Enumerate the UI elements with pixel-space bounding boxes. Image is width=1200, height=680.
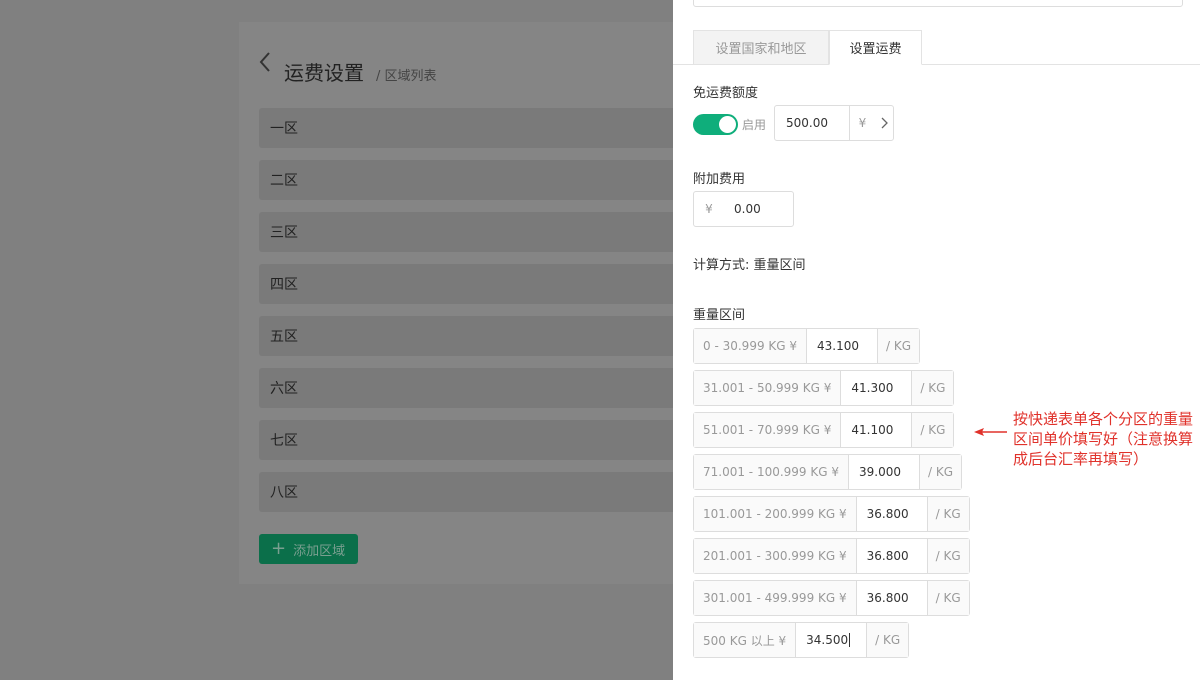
price-value: 41.300 xyxy=(851,381,894,395)
price-per-kg-input[interactable]: 36.800 xyxy=(856,581,927,615)
tab-set-shipping[interactable]: 设置运费 xyxy=(829,30,922,65)
weight-range-label: 31.001 - 50.999 KG ¥ xyxy=(694,371,842,405)
weight-range-row: 0 - 30.999 KG ¥ 43.100 / KG xyxy=(693,328,921,364)
price-value: 39.000 xyxy=(859,465,902,479)
weight-ranges-label: 重量区间 xyxy=(693,308,746,323)
price-value: 43.100 xyxy=(817,339,860,353)
zone-row[interactable]: 八区 xyxy=(259,472,689,512)
weight-range-label: 101.001 - 200.999 KG ¥ xyxy=(694,497,857,531)
zone-row[interactable]: 三区 xyxy=(259,212,689,252)
extra-fee-input[interactable]: ¥ 0.00 xyxy=(693,191,794,227)
extra-fee-value[interactable]: 0.00 xyxy=(724,202,761,216)
free-shipping-toggle[interactable] xyxy=(693,114,738,135)
unit-addon: / KG xyxy=(866,623,909,657)
price-value: 36.800 xyxy=(866,549,909,563)
text-cursor xyxy=(849,633,851,647)
price-value: 34.500 xyxy=(806,633,849,647)
unit-addon: / KG xyxy=(919,455,962,489)
weight-range-row: 101.001 - 200.999 KG ¥ 36.800 / KG xyxy=(693,496,970,532)
zone-row[interactable]: 六区 xyxy=(259,368,689,408)
price-per-kg-input[interactable]: 36.800 xyxy=(856,539,927,573)
price-value: 36.800 xyxy=(866,507,909,521)
arrow-left-icon xyxy=(974,428,1007,436)
weight-range-label: 51.001 - 70.999 KG ¥ xyxy=(694,413,842,447)
weight-range-label: 201.001 - 300.999 KG ¥ xyxy=(694,539,857,573)
zone-row[interactable]: 一区 xyxy=(259,108,689,148)
price-per-kg-input[interactable]: 36.800 xyxy=(856,497,927,531)
weight-range-label: 0 - 30.999 KG ¥ xyxy=(694,329,808,363)
free-shipping-value[interactable]: 500.00 xyxy=(775,116,849,130)
calc-method-text: 计算方式: 重量区间 xyxy=(693,258,806,273)
unit-addon: / KG xyxy=(926,539,969,573)
currency-addon: ¥ xyxy=(705,202,713,216)
tab-set-regions[interactable]: 设置国家和地区 xyxy=(693,30,829,65)
unit-addon: / KG xyxy=(911,413,954,447)
add-zone-label: 添加区域 xyxy=(293,543,346,559)
add-zone-button[interactable]: + 添加区域 xyxy=(259,534,358,564)
weight-range-label: 71.001 - 100.999 KG ¥ xyxy=(694,455,850,489)
weight-range-row: 201.001 - 300.999 KG ¥ 36.800 / KG xyxy=(693,538,970,574)
weight-range-row: 31.001 - 50.999 KG ¥ 41.300 / KG xyxy=(693,370,955,406)
price-value: 36.800 xyxy=(866,591,909,605)
zone-row[interactable]: 五区 xyxy=(259,316,689,356)
plus-icon: + xyxy=(271,538,287,559)
chevron-left-icon[interactable] xyxy=(258,50,278,80)
free-shipping-amount-input[interactable]: 500.00 ¥ xyxy=(774,105,894,141)
weight-range-label: 301.001 - 499.999 KG ¥ xyxy=(694,581,857,615)
unit-addon: / KG xyxy=(926,497,969,531)
currency-addon: ¥ xyxy=(849,106,875,140)
toggle-knob xyxy=(719,116,736,133)
weight-range-row: 71.001 - 100.999 KG ¥ 39.000 / KG xyxy=(693,454,963,490)
price-per-kg-input[interactable]: 41.100 xyxy=(841,413,912,447)
unit-addon: / KG xyxy=(911,371,954,405)
zone-row[interactable]: 二区 xyxy=(259,160,689,200)
shipping-drawer: 设置国家和地区 设置运费 免运费额度 启用 500.00 ¥ 附加费用 ¥ 0.… xyxy=(673,0,1200,680)
page-header: 运费设置 / 区域列表 xyxy=(258,50,437,86)
price-value: 41.100 xyxy=(851,423,894,437)
zone-row[interactable]: 七区 xyxy=(259,420,689,460)
price-per-kg-input[interactable]: 34.500 xyxy=(796,623,867,657)
zone-row[interactable]: 四区 xyxy=(259,264,689,304)
top-input-field[interactable] xyxy=(693,0,1183,7)
chevron-right-icon[interactable] xyxy=(875,117,893,129)
unit-addon: / KG xyxy=(926,581,969,615)
breadcrumb: / 区域列表 xyxy=(376,69,437,84)
zone-list: 一区二区三区四区五区六区七区八区 xyxy=(259,108,689,524)
weight-range-row: 51.001 - 70.999 KG ¥ 41.100 / KG xyxy=(693,412,955,448)
page-title: 运费设置 xyxy=(284,61,364,85)
price-per-kg-input[interactable]: 39.000 xyxy=(849,455,920,489)
annotation-note: 按快递表单各个分区的重量区间单价填写好（注意换算成后台汇率再填写） xyxy=(1013,410,1194,468)
unit-addon: / KG xyxy=(877,329,920,363)
tab-bar: 设置国家和地区 设置运费 xyxy=(673,30,1200,65)
weight-range-row: 500 KG 以上 ¥ 34.500 / KG xyxy=(693,622,910,658)
toggle-label: 启用 xyxy=(742,118,767,132)
free-shipping-label: 免运费额度 xyxy=(693,86,759,101)
weight-range-row: 301.001 - 499.999 KG ¥ 36.800 / KG xyxy=(693,580,970,616)
price-per-kg-input[interactable]: 43.100 xyxy=(807,329,878,363)
price-per-kg-input[interactable]: 41.300 xyxy=(841,371,912,405)
extra-fee-label: 附加费用 xyxy=(693,172,746,187)
weight-range-label: 500 KG 以上 ¥ xyxy=(694,623,797,657)
